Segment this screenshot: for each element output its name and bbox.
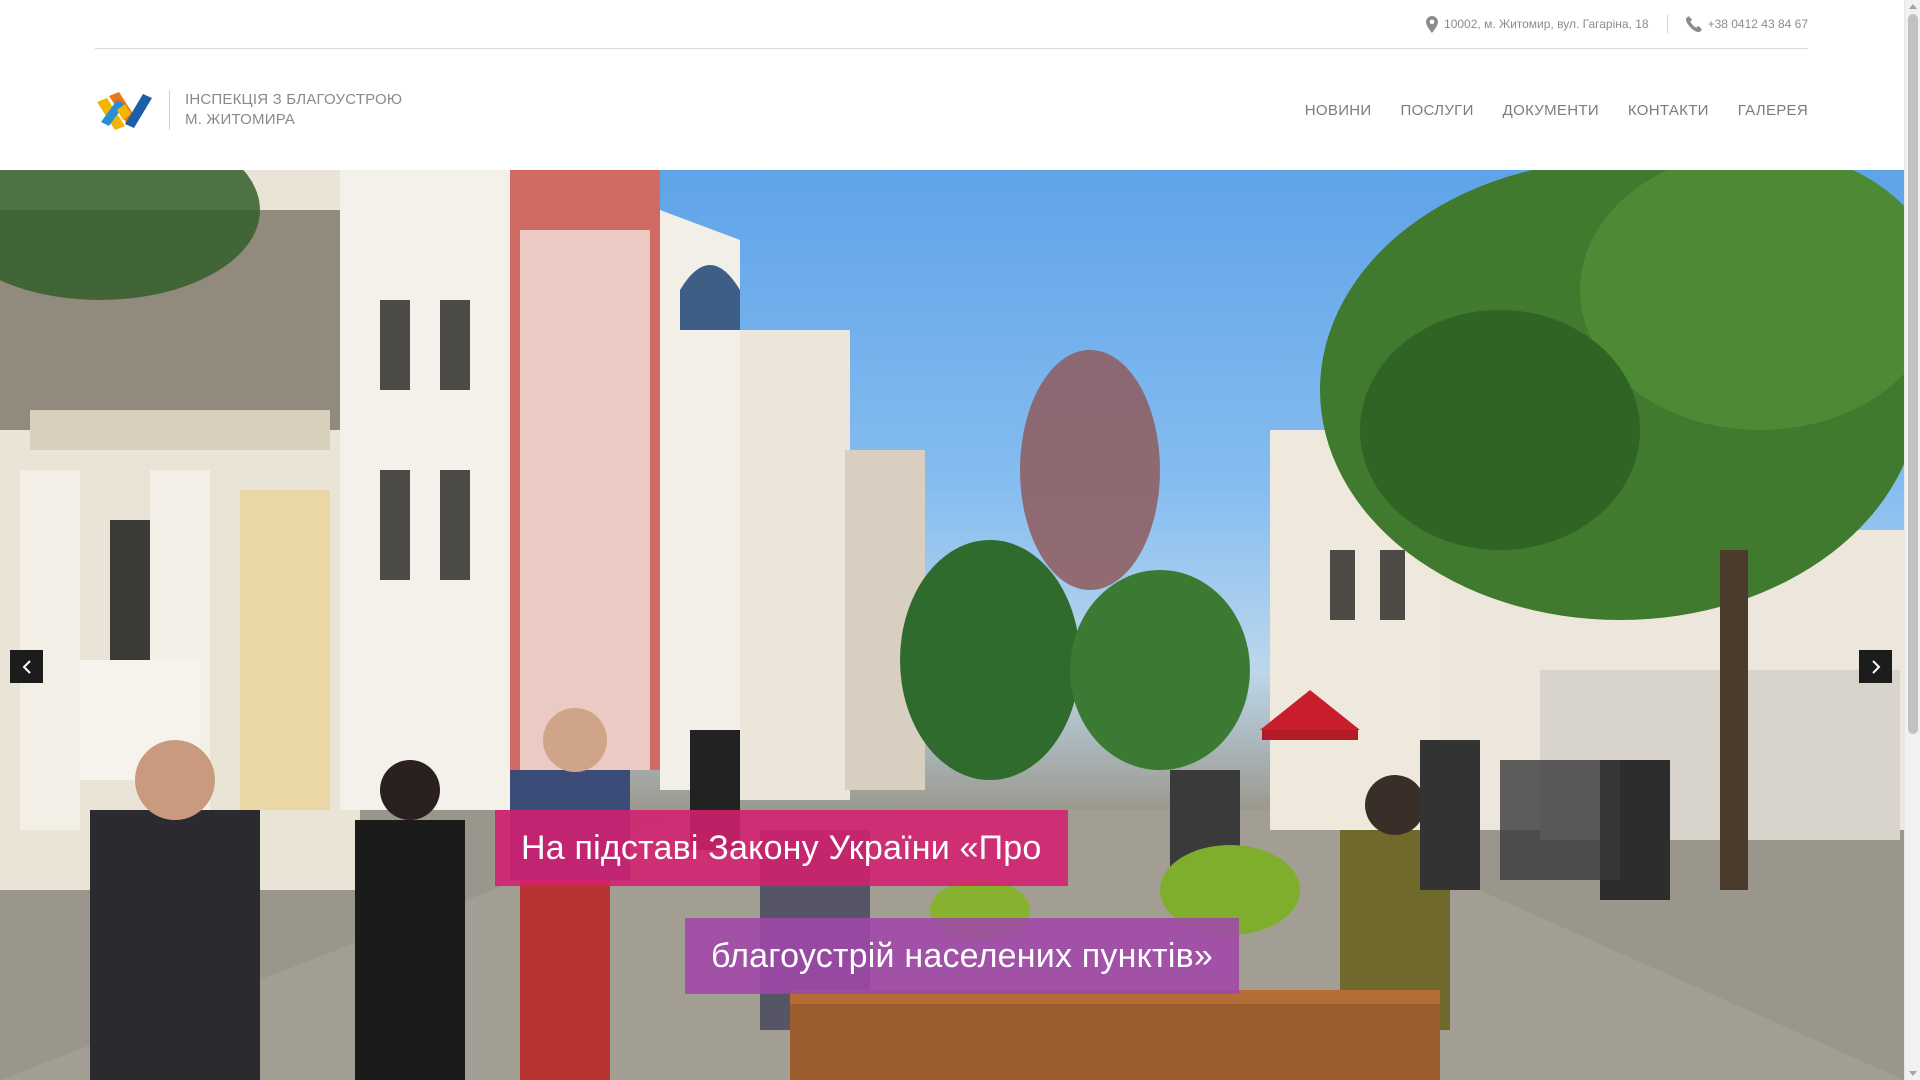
nav-item-services[interactable]: ПОСЛУГИ — [1401, 102, 1474, 119]
scroll-down-arrow-icon[interactable] — [1909, 1071, 1917, 1076]
scroll-up-arrow-icon[interactable] — [1909, 4, 1917, 9]
brand-title-line1: ІНСПЕКЦІЯ З БЛАГОУСТРОЮ — [185, 91, 403, 108]
slider-next-button[interactable] — [1859, 650, 1892, 683]
page-scrollbar[interactable] — [1904, 0, 1920, 1080]
brand-title-line2: М. ЖИТОМИРА — [185, 111, 296, 128]
phone-text[interactable]: +38 0412 43 84 67 — [1708, 17, 1808, 31]
phone-icon — [1685, 16, 1702, 32]
slide-caption-line2: благоустрій населених пунктів» — [685, 918, 1239, 994]
brand-divider — [169, 90, 170, 130]
nav-item-news[interactable]: НОВИНИ — [1305, 102, 1372, 119]
nav-item-contacts[interactable]: КОНТАКТИ — [1628, 102, 1709, 119]
main-nav: НОВИНИ ПОСЛУГИ ДОКУМЕНТИ КОНТАКТИ ГАЛЕРЕ… — [1305, 102, 1808, 119]
slide-caption-line1: На підставі Закону України «Про — [495, 810, 1068, 886]
scrollbar-thumb[interactable] — [1908, 14, 1918, 734]
nav-item-gallery[interactable]: ГАЛЕРЕЯ — [1738, 102, 1808, 119]
top-info-bar: 10002, м. Житомир, вул. Гагаріна, 18 +38… — [95, 0, 1808, 49]
phone-info[interactable]: +38 0412 43 84 67 — [1685, 16, 1808, 32]
address-info: 10002, м. Житомир, вул. Гагаріна, 18 — [1426, 15, 1649, 33]
chevron-right-icon — [1871, 659, 1880, 674]
hero-slider: На підставі Закону України «Про благоуст… — [0, 170, 1904, 1080]
address-text: 10002, м. Житомир, вул. Гагаріна, 18 — [1444, 17, 1649, 31]
chevron-left-icon — [22, 659, 31, 674]
brand[interactable]: ІНСПЕКЦІЯ З БЛАГОУСТРОЮ М. ЖИТОМИРА — [95, 88, 402, 132]
slider-prev-button[interactable] — [10, 650, 43, 683]
topbar-divider — [1666, 15, 1668, 33]
nav-item-documents[interactable]: ДОКУМЕНТИ — [1503, 102, 1599, 119]
map-pin-icon — [1426, 15, 1439, 33]
site-header: ІНСПЕКЦІЯ З БЛАГОУСТРОЮ М. ЖИТОМИРА НОВИ… — [95, 50, 1808, 170]
brand-title: ІНСПЕКЦІЯ З БЛАГОУСТРОЮ М. ЖИТОМИРА — [185, 90, 402, 130]
site-logo[interactable] — [95, 88, 155, 132]
